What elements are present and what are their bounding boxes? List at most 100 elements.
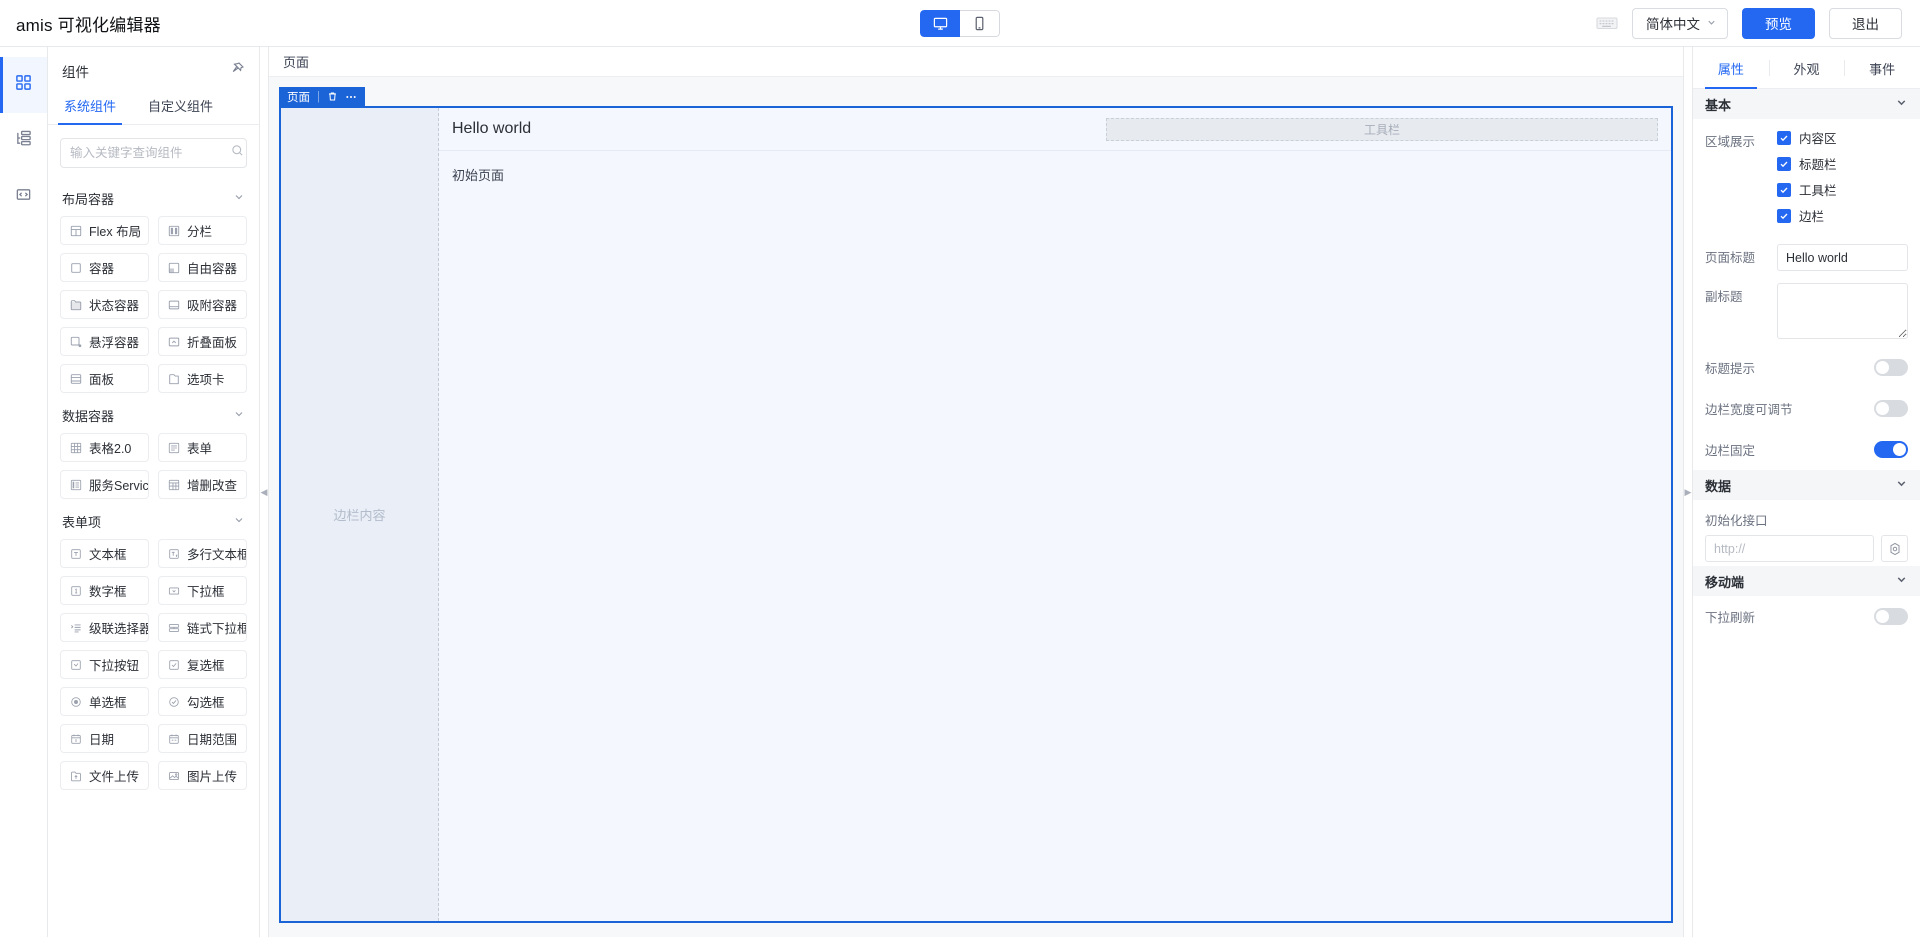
component-search-box[interactable] [60,138,247,168]
component-label: 折叠面板 [187,336,238,350]
file-upload-icon [70,770,82,782]
component-label: 勾选框 [187,696,225,710]
settings-icon[interactable] [1881,535,1908,562]
tab-system-components[interactable]: 系统组件 [58,91,123,125]
device-desktop-button[interactable] [920,9,960,37]
component-panel: 组件 系统组件 自定义组件 输入关键字查询组件 布局容器 Flex 布局 分栏 … [48,47,260,937]
exit-button[interactable]: 退出 [1829,7,1902,39]
ellipsis-icon[interactable] [345,91,357,103]
component-label: 数字框 [89,585,127,599]
chevron-down-icon [233,191,245,206]
page-header-region[interactable]: Hello world 工具栏 [439,108,1671,151]
init-api-input[interactable] [1705,535,1874,562]
toggle-sidebar-fixed[interactable] [1874,441,1908,458]
tab-appearance[interactable]: 外观 [1768,47,1845,88]
search-icon[interactable] [231,144,244,162]
component-crud[interactable]: 增删改查 [158,470,247,499]
dropdown-button-icon [70,659,82,671]
checkbox-row-title-bar[interactable]: 标题栏 [1777,154,1908,173]
component-cascader[interactable]: 级联选择器 [60,613,149,642]
right-panel-collapse-handle[interactable]: ▶ [1683,47,1692,937]
component-flex-layout[interactable]: Flex 布局 [60,216,149,245]
section-header-mobile[interactable]: 移动端 [1693,566,1920,596]
app-title: amis 可视化编辑器 [16,15,161,35]
component-collapse-panel[interactable]: 折叠面板 [158,327,247,356]
page-content-region[interactable]: 初始页面 [439,151,1671,921]
device-mobile-button[interactable] [960,9,1000,37]
component-dropdown-button[interactable]: 下拉按钮 [60,650,149,679]
component-state-container[interactable]: 状态容器 [60,290,149,319]
component-service[interactable]: 服务Service [60,470,149,499]
left-icon-rail [0,47,48,937]
keyboard-icon[interactable] [1596,15,1618,31]
page-title-input[interactable] [1777,244,1908,271]
checkbox-title-bar[interactable] [1777,156,1791,171]
component-textarea[interactable]: 多行文本框 [158,539,247,568]
component-date[interactable]: 日期 [60,724,149,753]
layout-flex-icon [70,225,82,237]
checkbox-row-toolbar[interactable]: 工具栏 [1777,180,1908,199]
component-form[interactable]: 表单 [158,433,247,462]
grid-components-icon [15,74,32,96]
section-header-basic[interactable]: 基本 [1693,89,1920,119]
tab-custom-components[interactable]: 自定义组件 [142,91,219,124]
component-label: 级联选择器 [89,622,149,636]
component-text-input[interactable]: 文本框 [60,539,149,568]
component-select[interactable]: 下拉框 [158,576,247,605]
device-switch[interactable] [920,9,1000,37]
component-columns[interactable]: 分栏 [158,216,247,245]
component-label: 链式下拉框 [187,622,247,636]
chevron-down-icon [1895,477,1908,493]
preview-button[interactable]: 预览 [1742,7,1815,39]
checkbox-row-sidebar[interactable]: 边栏 [1777,206,1908,225]
rail-item-code[interactable] [0,169,47,225]
component-date-range[interactable]: 日期范围 [158,724,247,753]
language-select[interactable]: 简体中文 [1632,7,1728,39]
component-sticky-container[interactable]: 吸附容器 [158,290,247,319]
chevron-right-icon: ▶ [1684,486,1692,497]
section-header-data[interactable]: 数据 [1693,470,1920,500]
subtitle-textarea[interactable] [1777,283,1908,339]
chained-select-icon [168,622,180,634]
component-panel-widget[interactable]: 面板 [60,364,149,393]
checkbox-label: 内容区 [1799,132,1837,146]
pin-icon[interactable] [230,61,245,81]
checkbox-content-area[interactable] [1777,130,1791,145]
trash-icon[interactable] [327,91,338,102]
toggle-sidebar-resizable[interactable] [1874,400,1908,417]
rail-item-components[interactable] [0,57,47,113]
component-check[interactable]: 勾选框 [158,687,247,716]
component-file-upload[interactable]: 文件上传 [60,761,149,790]
tab-attributes[interactable]: 属性 [1693,47,1769,89]
page-main-region: Hello world 工具栏 初始页面 [439,108,1671,921]
component-tabs[interactable]: 选项卡 [158,364,247,393]
component-container[interactable]: 容器 [60,253,149,282]
page-canvas[interactable]: 边栏内容 Hello world 工具栏 初始页面 [279,106,1673,923]
search-input[interactable] [70,146,231,160]
toggle-title-tip[interactable] [1874,359,1908,376]
component-checkbox[interactable]: 复选框 [158,650,247,679]
left-panel-collapse-handle[interactable]: ◀ [260,47,269,937]
page-sidebar-region[interactable]: 边栏内容 [281,108,439,921]
tab-events[interactable]: 事件 [1844,47,1920,88]
image-upload-icon [168,770,180,782]
component-table[interactable]: 表格2.0 [60,433,149,462]
chevron-down-icon [233,408,245,423]
checkbox-sidebar[interactable] [1777,208,1791,223]
component-image-upload[interactable]: 图片上传 [158,761,247,790]
rail-item-outline[interactable] [0,113,47,169]
group-header-form-items[interactable]: 表单项 [60,499,247,539]
component-chained-select[interactable]: 链式下拉框 [158,613,247,642]
component-label: 吸附容器 [187,299,238,313]
canvas-frame: 页面 | 边栏内容 Hello world 工具栏 初始页面 [279,87,1673,923]
component-free-container[interactable]: 自由容器 [158,253,247,282]
toggle-pull-refresh[interactable] [1874,608,1908,625]
group-header-layout[interactable]: 布局容器 [60,176,247,216]
checkbox-toolbar[interactable] [1777,182,1791,197]
component-number-input[interactable]: 数字框 [60,576,149,605]
group-header-data[interactable]: 数据容器 [60,393,247,433]
checkbox-row-content[interactable]: 内容区 [1777,128,1908,147]
page-toolbar-region[interactable]: 工具栏 [1106,117,1658,141]
component-radio[interactable]: 单选框 [60,687,149,716]
component-float-container[interactable]: 悬浮容器 [60,327,149,356]
